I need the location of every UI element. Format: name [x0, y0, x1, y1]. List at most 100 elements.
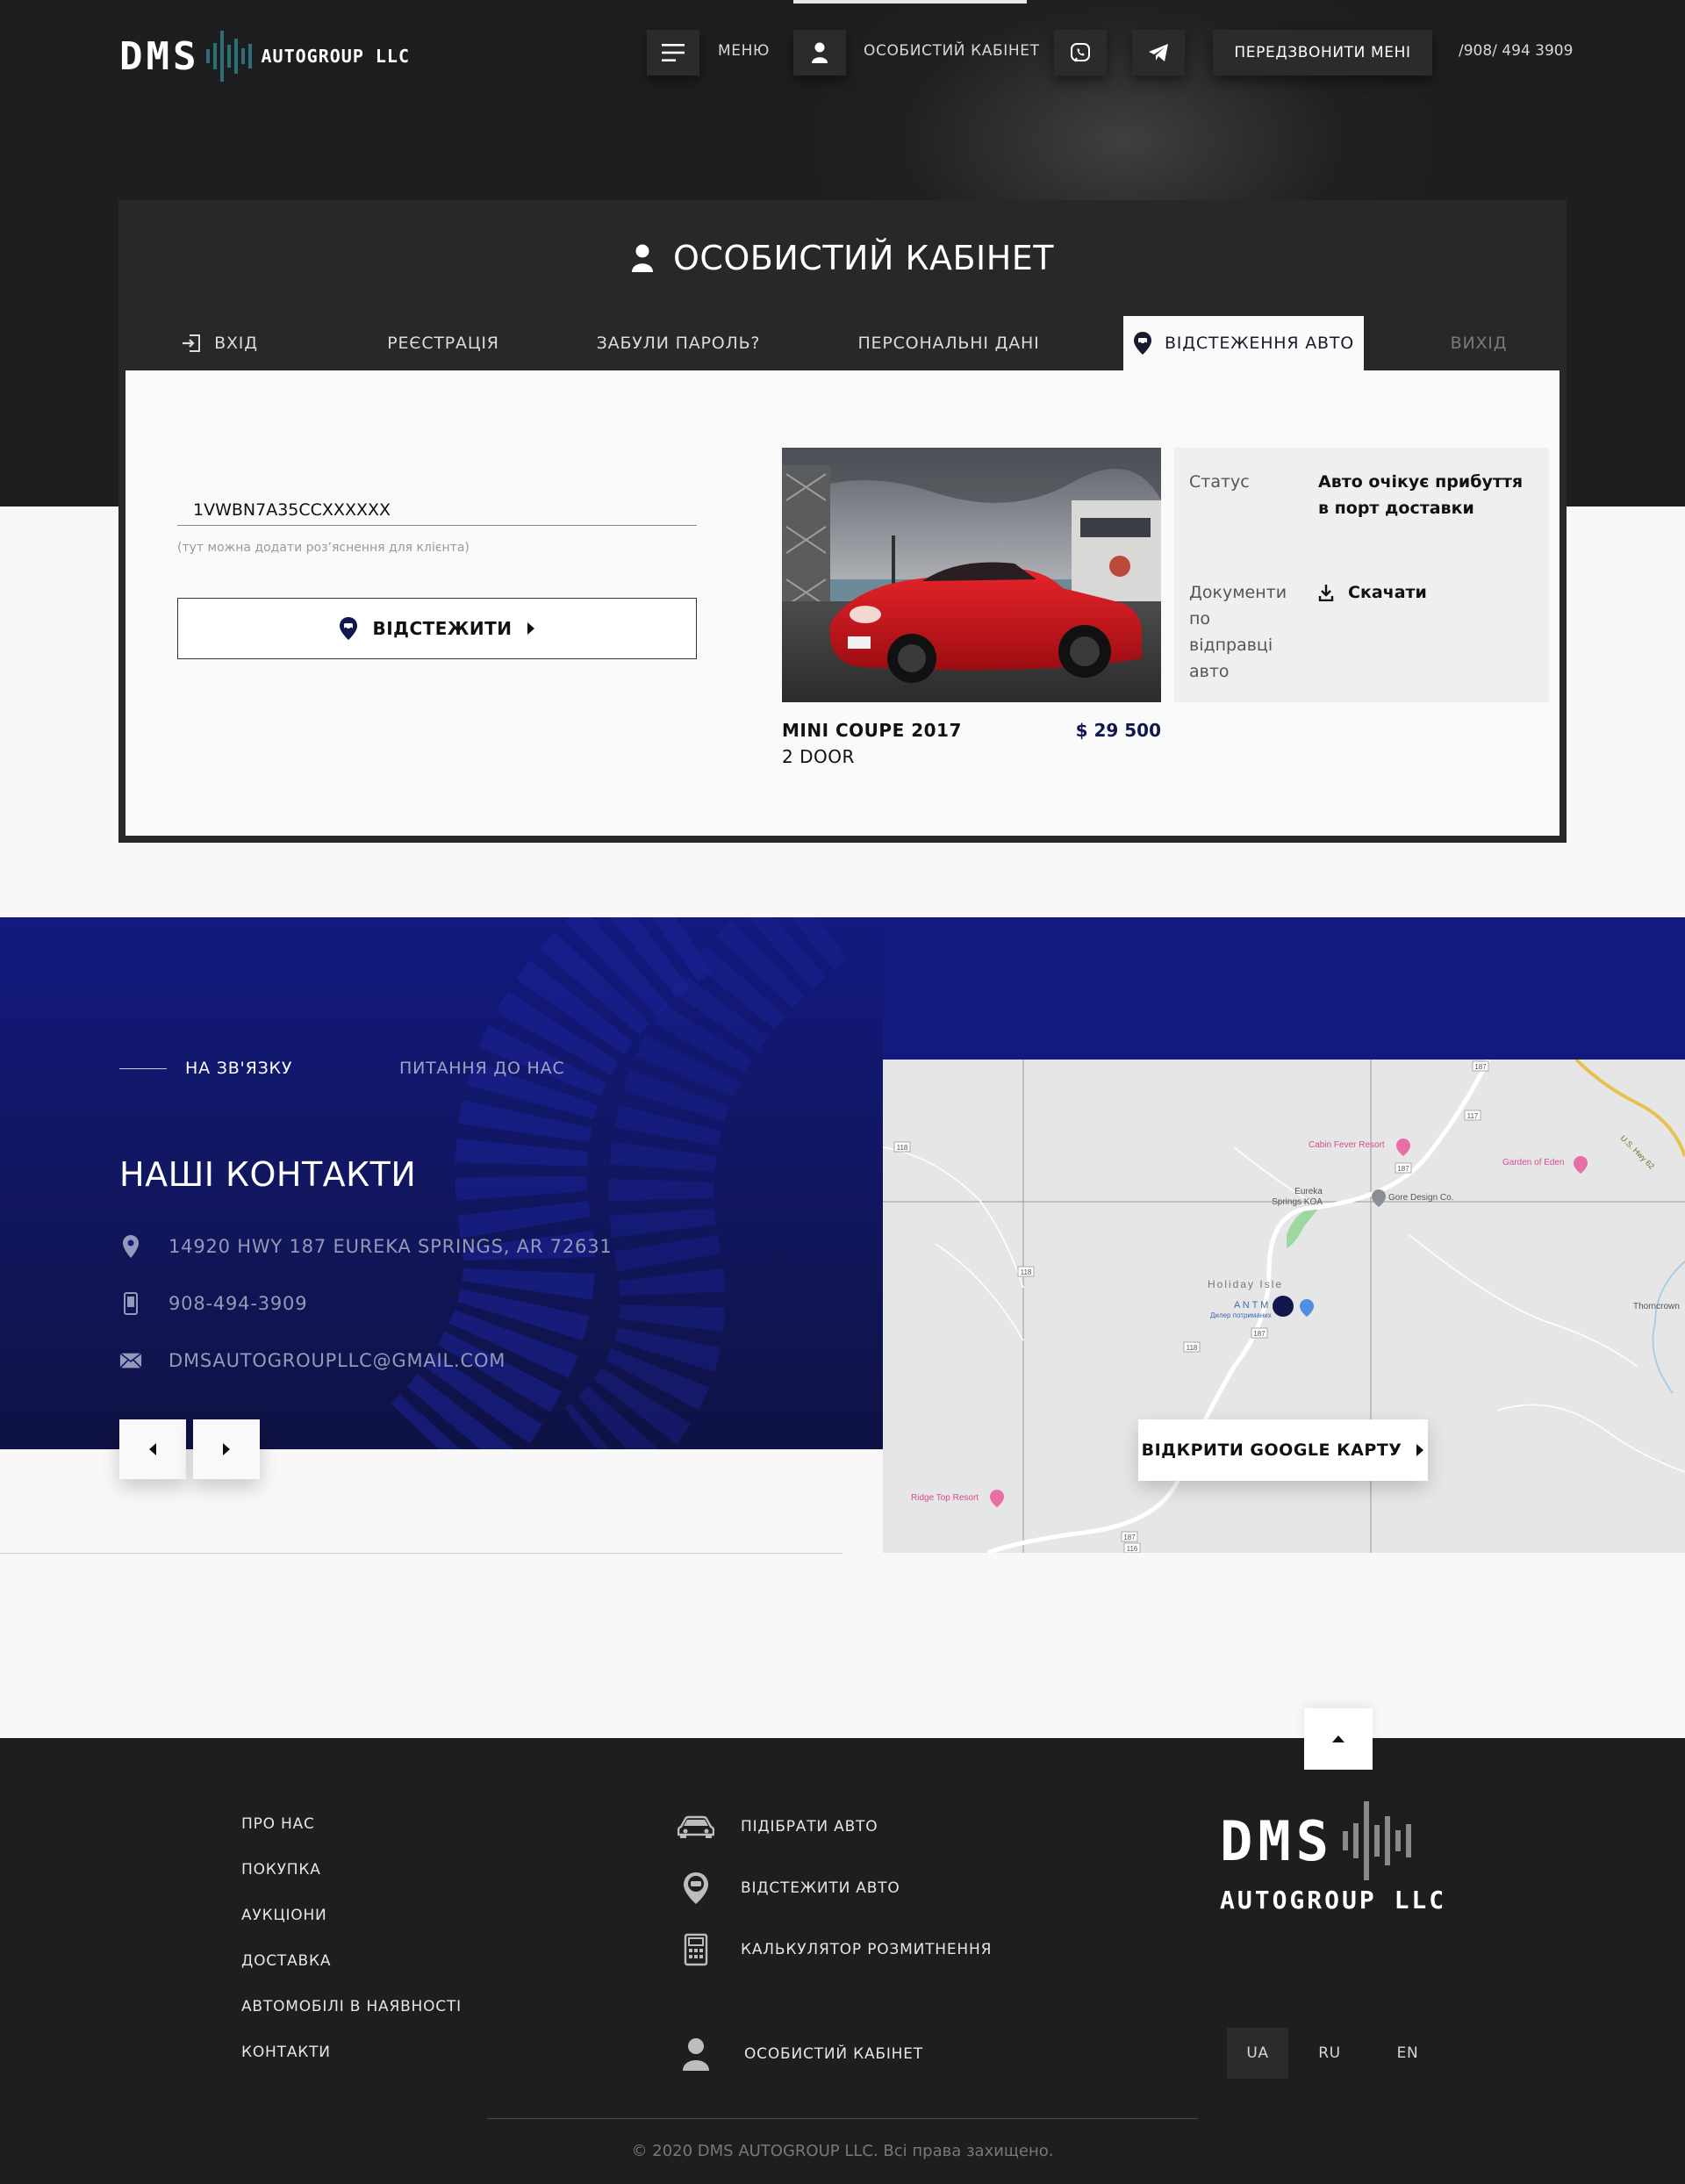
car-price: $ 29 500 [1075, 720, 1161, 741]
car-location-icon [684, 1872, 708, 1904]
hamburger-icon [662, 44, 685, 61]
map-label-gore: Gore Design Co. [1388, 1193, 1453, 1203]
footer-service-pick-car-label: ПІДІБРАТИ АВТО [741, 1818, 878, 1836]
track-button[interactable]: ВІДСТЕЖИТИ [177, 598, 697, 659]
map-label-ridge-top: Ridge Top Resort [911, 1493, 979, 1503]
car-subtitle: 2 DOOR [782, 746, 855, 767]
contact-address-text: 14920 HWY 187 EUREKA SPRINGS, AR 72631 [168, 1236, 613, 1257]
lang-ru[interactable]: RU [1299, 2028, 1360, 2079]
contacts-tab-indicator [119, 1068, 167, 1069]
section-divider [0, 1553, 842, 1554]
car-photo [782, 448, 1161, 702]
lang-ua[interactable]: UA [1227, 2028, 1288, 2079]
calculator-icon [684, 1933, 708, 1966]
tab-personal-data[interactable]: ПЕРСОНАЛЬНІ ДАНІ [853, 316, 1044, 370]
footer-logo-equalizer-icon [1342, 1801, 1411, 1880]
footer-service-calculator[interactable]: КАЛЬКУЛЯТОР РОЗМИТНЕННЯ [678, 1930, 992, 1969]
cabinet-title-text: ОСОБИСТИЙ КАБІНЕТ [672, 239, 1055, 277]
footer-cabinet-label: ОСОБИСТИЙ КАБІНЕТ [744, 2045, 923, 2063]
car-icon [678, 1815, 714, 1838]
contact-email[interactable]: DMSAUTOGROUPLLC@GMAIL.COM [119, 1347, 506, 1374]
envelope-icon [119, 1352, 142, 1369]
map-label-cabin-fever: Cabin Fever Resort [1309, 1140, 1385, 1150]
download-icon [1318, 585, 1334, 601]
map-route-187-a: 187 [1253, 1330, 1266, 1338]
map-label-ant-motors: A N T M [1234, 1300, 1268, 1311]
chevron-left-icon [149, 1443, 156, 1455]
prev-button[interactable] [119, 1419, 186, 1479]
car-location-icon [1133, 332, 1151, 355]
tab-in-touch[interactable]: НА ЗВ'ЯЗКУ [185, 1059, 292, 1078]
contact-phone[interactable]: 908-494-3909 [119, 1290, 307, 1317]
footer-service-track-car[interactable]: ВІДСТЕЖИТИ АВТО [678, 1869, 900, 1907]
cabinet-button[interactable] [793, 30, 846, 75]
download-link[interactable]: Скачати [1318, 579, 1427, 606]
map-label-garden: Garden of Eden [1502, 1158, 1565, 1167]
footer-service-pick-car[interactable]: ПІДІБРАТИ АВТО [678, 1807, 878, 1846]
header-logo[interactable]: DMS AUTOGROUP LLC [119, 30, 410, 83]
menu-label[interactable]: МЕНЮ [718, 42, 770, 60]
contacts-title: НАШІ КОНТАКТИ [119, 1155, 417, 1194]
documents-label: Документи по відправці авто [1189, 583, 1287, 681]
active-nav-indicator [793, 0, 1027, 4]
footer-link-purchase[interactable]: ПОКУПКА [241, 1861, 321, 1879]
viber-icon [1071, 43, 1090, 62]
map-label-holiday: Holiday Isle [1208, 1278, 1283, 1290]
map-label-eureka-1: Eureka [1294, 1187, 1323, 1196]
footer-link-cars-available[interactable]: АВТОМОБІЛІ В НАЯВНОСТІ [241, 1998, 462, 2015]
open-google-map-button[interactable]: ВІДКРИТИ GOOGLE КАРТУ [1138, 1419, 1428, 1481]
status-value: Авто очікує прибуття в порт доставки [1318, 472, 1524, 518]
open-google-map-label: ВІДКРИТИ GOOGLE КАРТУ [1141, 1440, 1402, 1460]
tab-registration[interactable]: РЕЄСТРАЦІЯ [369, 316, 518, 370]
download-label: Скачати [1348, 583, 1427, 602]
menu-button[interactable] [647, 30, 699, 75]
user-icon [812, 42, 828, 63]
contacts-background-right [883, 917, 1685, 1060]
header-phone[interactable]: /908/ 494 3909 [1459, 42, 1573, 60]
chevron-right-icon [223, 1443, 230, 1455]
callback-button[interactable]: ПЕРЕДЗВОНИТИ МЕНІ [1213, 30, 1432, 75]
footer-link-delivery[interactable]: ДОСТАВКА [241, 1952, 331, 1970]
footer-link-contacts[interactable]: КОНТАКТИ [241, 2044, 331, 2061]
footer-divider [487, 2118, 1198, 2119]
chevron-right-icon [527, 622, 534, 635]
mobile-icon [124, 1292, 138, 1315]
telegram-button[interactable] [1132, 30, 1185, 75]
cabinet-title: ОСОБИСТИЙ КАБІНЕТ [118, 239, 1567, 277]
tab-tracking-label: ВІДСТЕЖЕННЯ АВТО [1164, 334, 1355, 353]
viber-button[interactable] [1054, 30, 1107, 75]
footer-service-calculator-label: КАЛЬКУЛЯТОР РОЗМИТНЕННЯ [741, 1941, 993, 1958]
footer-link-about[interactable]: ПРО НАС [241, 1815, 315, 1833]
contact-email-text: DMSAUTOGROUPLLC@GMAIL.COM [168, 1350, 506, 1371]
map-route-116: 116 [1127, 1545, 1138, 1553]
map-route-118-c: 118 [1187, 1344, 1198, 1352]
logo-dms-text: DMS [119, 33, 200, 79]
user-icon [631, 244, 653, 272]
lang-en[interactable]: EN [1377, 2028, 1438, 2079]
telegram-icon [1149, 44, 1168, 61]
footer-logo-dms-text: DMS [1220, 1808, 1334, 1873]
tab-questions[interactable]: ПИТАННЯ ДО НАС [399, 1059, 565, 1078]
scroll-to-top-button[interactable] [1304, 1708, 1373, 1770]
chevron-right-icon [1416, 1444, 1424, 1456]
map-route-187-b: 187 [1397, 1165, 1409, 1173]
track-button-label: ВІДСТЕЖИТИ [372, 618, 513, 639]
footer-cabinet-link[interactable]: ОСОБИСТИЙ КАБІНЕТ [678, 2035, 923, 2073]
vin-input[interactable] [177, 494, 697, 526]
tab-forgot-password[interactable]: ЗАБУЛИ ПАРОЛЬ? [590, 316, 767, 370]
contact-address: 14920 HWY 187 EUREKA SPRINGS, AR 72631 [119, 1233, 613, 1260]
footer-link-auctions[interactable]: АУКЦІОНИ [241, 1907, 327, 1924]
tab-login-label: ВХІД [214, 334, 258, 353]
chevron-up-icon [1332, 1735, 1344, 1742]
footer-service-track-car-label: ВІДСТЕЖИТИ АВТО [741, 1879, 900, 1897]
footer-logo-autogroup-text: AUTOGROUP LLC [1220, 1886, 1447, 1915]
tab-logout[interactable]: ВИХІД [1439, 316, 1518, 370]
next-button[interactable] [193, 1419, 260, 1479]
cabinet-label[interactable]: ОСОБИСТИЙ КАБІНЕТ [864, 42, 1040, 60]
map-route-187-d: 187 [1123, 1534, 1136, 1541]
location-pin-icon [123, 1235, 139, 1258]
footer-logo[interactable]: DMS AUTOGROUP LLC [1220, 1801, 1447, 1915]
status-label: Статус [1189, 472, 1250, 492]
tab-tracking[interactable]: ВІДСТЕЖЕННЯ АВТО [1123, 316, 1364, 370]
tab-login[interactable]: ВХІД [171, 316, 268, 370]
